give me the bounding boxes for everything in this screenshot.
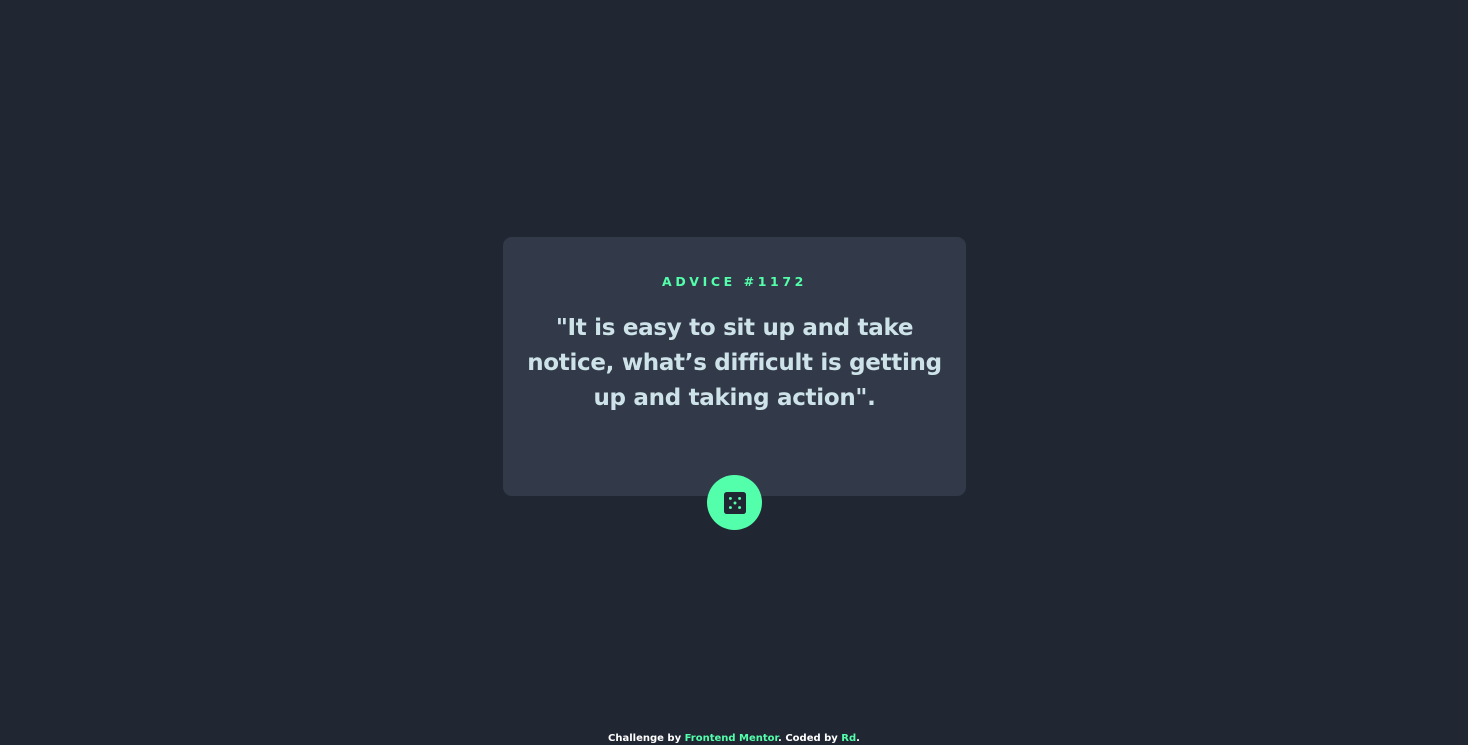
attribution-footer: Challenge by Frontend Mentor. Coded by R… — [0, 733, 1468, 745]
footer-middle: . Coded by — [778, 733, 842, 744]
footer-prefix: Challenge by — [608, 733, 685, 744]
dice-icon — [723, 491, 746, 514]
footer-suffix: . — [856, 733, 860, 744]
advice-card: ADVICE #1172 "It is easy to sit up and t… — [503, 237, 966, 496]
advice-quote: "It is easy to sit up and take notice, w… — [527, 315, 942, 411]
author-link[interactable]: Rd — [841, 733, 856, 744]
frontend-mentor-link[interactable]: Frontend Mentor — [685, 733, 778, 744]
generate-advice-button[interactable] — [707, 475, 762, 530]
advice-id-label: ADVICE #1172 — [662, 274, 807, 289]
